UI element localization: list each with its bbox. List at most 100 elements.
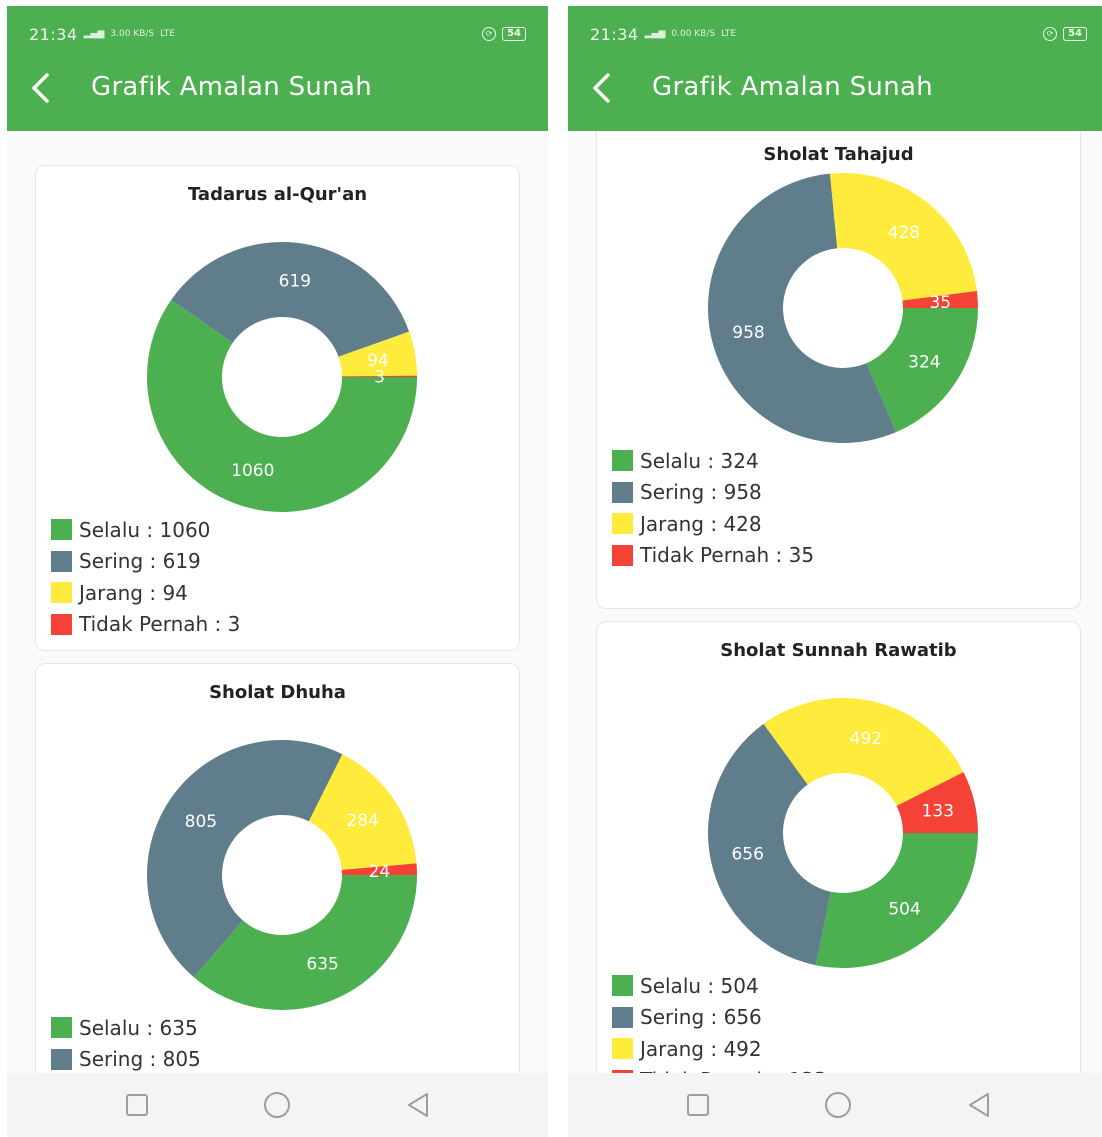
legend-label: Jarang : 428 — [640, 511, 762, 536]
legend-label: Selalu : 324 — [640, 448, 759, 473]
back-button[interactable] — [586, 68, 618, 108]
legend-item-jarang: Jarang : 428 — [612, 508, 814, 540]
slice-label-selalu: 324 — [908, 353, 940, 373]
slice-label-tidak-pernah: 3 — [374, 367, 385, 387]
recent-apps-button[interactable] — [678, 1085, 718, 1125]
chart-legend: Selalu : 635 Sering : 805 — [51, 1012, 201, 1073]
slice-label-jarang: 284 — [346, 811, 378, 831]
legend-label: Sering : 656 — [640, 1005, 762, 1030]
network-type: LTE — [160, 28, 176, 39]
legend-item-sering: Sering : 805 — [51, 1044, 201, 1074]
donut-chart: 1060619943 — [147, 242, 418, 512]
status-time: 21:34 — [590, 24, 639, 44]
legend-item-tidak-pernah: Tidak Pernah : 35 — [612, 540, 814, 572]
slice-label-selalu: 1060 — [231, 461, 274, 481]
legend-swatch — [612, 481, 633, 503]
chart-legend: Selalu : 504 Sering : 656 Jarang : 492 Tida… — [612, 970, 827, 1073]
triangle-back-icon — [968, 1093, 989, 1117]
app-bar: 21:34 ▂▄▆ 3.00 KB/S LTE ⟳ 54 Grafik Amal… — [7, 6, 548, 131]
nav-back-button[interactable] — [959, 1085, 999, 1125]
slice-label-tidak-pernah: 24 — [369, 862, 391, 882]
legend-swatch — [51, 550, 72, 572]
triangle-back-icon — [407, 1093, 428, 1117]
legend-item-sering: Sering : 656 — [612, 1002, 827, 1034]
rotation-lock-icon: ⟳ — [1043, 27, 1058, 41]
slice-label-tidak-pernah: 35 — [929, 293, 951, 313]
page-title: Grafik Amalan Sunah — [652, 72, 933, 102]
slice-label-jarang: 492 — [850, 729, 882, 749]
recent-apps-button[interactable] — [117, 1085, 157, 1125]
slice-label-sering: 958 — [732, 323, 764, 343]
chart-card-tahajud: Sholat Tahajud 324 958 428 35 Selalu : 324 S… — [596, 131, 1081, 609]
slice-label-selalu: 504 — [888, 900, 920, 920]
legend-item-jarang: Jarang : 94 — [51, 577, 240, 609]
battery-icon: 54 — [502, 27, 526, 41]
slice-label-sering: 805 — [185, 812, 217, 832]
legend-label: Tidak Pernah : 3 — [79, 612, 241, 637]
chart-title: Sholat Dhuha — [209, 682, 346, 703]
back-button[interactable] — [25, 68, 57, 108]
legend-item-jarang: Jarang : 492 — [612, 1033, 827, 1065]
legend-swatch — [612, 450, 633, 472]
chart-card-dhuha: Sholat Dhuha 635 805 284 24 Selalu : 635 Ser… — [35, 663, 520, 1073]
network-speed: 3.00 KB/S — [110, 28, 155, 39]
phone-screen-right: 21:34 ▂▄▆ 0.00 KB/S LTE ⟳ 54 Grafik Amal… — [568, 6, 1102, 1137]
legend-swatch — [51, 1048, 72, 1070]
rotation-lock-icon: ⟳ — [482, 27, 497, 41]
square-icon — [126, 1094, 149, 1116]
slice-label-sering: 619 — [279, 271, 311, 291]
chevron-left-icon — [593, 73, 610, 103]
legend-label: Sering : 619 — [79, 549, 201, 574]
legend-label: Selalu : 1060 — [79, 517, 211, 542]
legend-swatch — [612, 1038, 633, 1060]
legend-item-tidak-pernah: Tidak Pernah : 133 — [612, 1065, 827, 1073]
chevron-left-icon — [32, 73, 49, 103]
chart-title: Sholat Tahajud — [763, 144, 914, 165]
legend-item-sering: Sering : 958 — [612, 477, 814, 509]
legend-swatch — [612, 544, 633, 566]
circle-icon — [825, 1092, 852, 1118]
legend-label: Sering : 958 — [640, 480, 762, 505]
square-icon — [687, 1094, 710, 1116]
donut-chart: 635 805 284 24 — [146, 740, 417, 1010]
app-bar: 21:34 ▂▄▆ 0.00 KB/S LTE ⟳ 54 Grafik Amal… — [568, 6, 1102, 131]
page-title: Grafik Amalan Sunah — [91, 72, 372, 102]
legend-label: Sering : 805 — [79, 1047, 201, 1072]
legend-swatch — [51, 613, 72, 635]
home-button[interactable] — [818, 1085, 858, 1125]
slice-label-selalu: 635 — [306, 955, 338, 975]
legend-swatch — [51, 1017, 72, 1039]
chart-card-rawatib: Sholat Sunnah Rawatib 504 656 492 133 Selal… — [596, 621, 1081, 1073]
donut-chart: 324 958 428 35 — [707, 173, 978, 443]
chart-list[interactable]: Tadarus al-Qur'an 1060 619 94 3 Selalu : 10… — [7, 131, 548, 1073]
home-button[interactable] — [257, 1085, 297, 1125]
slice-label-sering: 656 — [731, 845, 763, 865]
chart-legend: Selalu : 1060 Sering : 619 Jarang : 94 Tida… — [51, 514, 240, 640]
slice-selalu — [193, 875, 417, 1010]
donut-chart: 504 656 492 133 — [708, 698, 978, 968]
legend-item-sering: Sering : 619 — [51, 546, 240, 578]
legend-swatch — [612, 1006, 633, 1028]
legend-swatch — [51, 582, 72, 604]
legend-item-selalu: Selalu : 635 — [51, 1012, 201, 1044]
system-nav-bar — [7, 1073, 548, 1137]
status-bar: 21:34 ▂▄▆ 3.00 KB/S LTE ⟳ 54 — [29, 22, 526, 46]
system-nav-bar — [568, 1073, 1102, 1137]
signal-icon: ▂▄▆ — [83, 28, 105, 39]
signal-icon: ▂▄▆ — [644, 28, 666, 39]
legend-swatch — [51, 519, 72, 541]
phone-screen-left: 21:34 ▂▄▆ 3.00 KB/S LTE ⟳ 54 Grafik Amal… — [7, 6, 548, 1137]
chart-legend: Selalu : 324 Sering : 958 Jarang : 428 Tida… — [612, 445, 814, 571]
chart-list[interactable]: Sholat Tahajud 324 958 428 35 Selalu : 324 S… — [568, 131, 1102, 1073]
legend-label: Jarang : 94 — [79, 580, 188, 605]
legend-label: Selalu : 504 — [640, 973, 759, 998]
legend-label: Selalu : 635 — [79, 1015, 198, 1040]
legend-label: Tidak Pernah : 35 — [640, 543, 815, 568]
network-type: LTE — [721, 28, 737, 39]
circle-icon — [264, 1092, 291, 1118]
nav-back-button[interactable] — [398, 1085, 438, 1125]
status-time: 21:34 — [29, 24, 78, 44]
legend-item-selalu: Selalu : 1060 — [51, 514, 240, 546]
chart-card-tadarus: Tadarus al-Qur'an 1060 619 94 3 Selalu : 10… — [35, 165, 520, 651]
status-bar: 21:34 ▂▄▆ 0.00 KB/S LTE ⟳ 54 — [590, 22, 1087, 46]
